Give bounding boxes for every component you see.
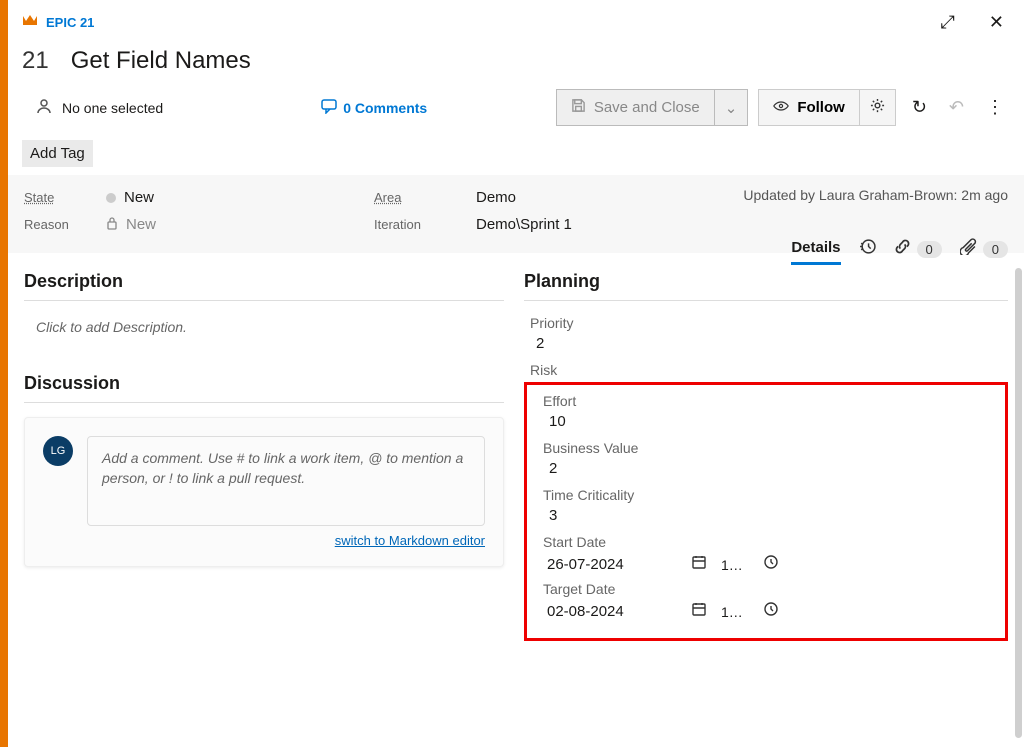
close-icon[interactable]: ✕ [983, 6, 1010, 39]
comment-input[interactable]: Add a comment. Use # to link a work item… [87, 436, 485, 526]
calendar-icon[interactable] [691, 554, 707, 575]
clock-icon[interactable] [763, 554, 779, 575]
chevron-down-icon: ⌄ [725, 99, 738, 117]
divider [24, 402, 504, 403]
start-date-value[interactable]: 26-07-2024 [547, 556, 677, 573]
follow-icon [773, 99, 789, 116]
gear-icon [870, 98, 885, 117]
target-date-label: Target Date [543, 581, 995, 597]
discussion-heading: Discussion [24, 373, 504, 394]
calendar-icon[interactable] [691, 601, 707, 622]
business-value-label: Business Value [543, 440, 995, 456]
state-dot-icon [106, 193, 116, 203]
lock-icon [106, 216, 118, 233]
assignee-label: No one selected [62, 100, 163, 116]
priority-label: Priority [530, 315, 1008, 331]
iteration-label: Iteration [374, 217, 454, 232]
expand-icon[interactable]: ⤢ [935, 6, 961, 39]
start-date-label: Start Date [543, 534, 995, 550]
area-value[interactable]: Demo [476, 189, 516, 206]
scrollbar[interactable] [1015, 268, 1022, 738]
more-actions-icon[interactable]: ⋮ [980, 91, 1010, 124]
clock-icon[interactable] [763, 601, 779, 622]
switch-markdown-link[interactable]: switch to Markdown editor [335, 533, 485, 548]
state-label: State [24, 190, 84, 205]
follow-button[interactable]: Follow [758, 89, 860, 126]
epic-crown-icon [22, 13, 38, 32]
discussion-card: LG Add a comment. Use # to link a work i… [24, 417, 504, 567]
refresh-icon[interactable]: ↻ [906, 91, 933, 124]
time-criticality-value[interactable]: 3 [549, 507, 995, 524]
target-time-value[interactable]: 1… [721, 604, 749, 620]
work-item-id: 21 [22, 47, 49, 75]
comments-link[interactable]: 0 Comments [321, 98, 427, 117]
add-tag-button[interactable]: Add Tag [22, 140, 93, 167]
avatar: LG [43, 436, 73, 466]
priority-value[interactable]: 2 [536, 335, 1008, 352]
business-value-value[interactable]: 2 [549, 460, 995, 477]
comment-icon [321, 98, 337, 117]
divider [24, 300, 504, 301]
save-dropdown: ⌄ [715, 89, 749, 126]
work-item-title[interactable]: Get Field Names [71, 47, 251, 75]
updated-text: Updated by Laura Graham-Brown: 2m ago [743, 187, 1008, 203]
type-color-bar [0, 0, 8, 747]
reason-value: New [126, 216, 156, 233]
target-date-value[interactable]: 02-08-2024 [547, 603, 677, 620]
risk-label: Risk [530, 362, 1008, 378]
time-criticality-label: Time Criticality [543, 487, 995, 503]
effort-label: Effort [543, 393, 995, 409]
description-heading: Description [24, 271, 504, 292]
work-item-type-link[interactable]: EPIC 21 [46, 15, 94, 30]
effort-value[interactable]: 10 [549, 413, 995, 430]
follow-settings-button[interactable] [860, 89, 896, 126]
iteration-value[interactable]: Demo\Sprint 1 [476, 216, 572, 233]
area-label: Area [374, 190, 454, 205]
undo-icon: ↶ [943, 91, 970, 124]
assignee-picker[interactable]: No one selected [36, 98, 163, 118]
person-icon [36, 98, 52, 118]
description-field[interactable]: Click to add Description. [24, 315, 504, 339]
divider [524, 300, 1008, 301]
start-time-value[interactable]: 1… [721, 557, 749, 573]
reason-label: Reason [24, 217, 84, 232]
planning-heading: Planning [524, 271, 1008, 292]
highlighted-box: Effort 10 Business Value 2 Time Critical… [524, 382, 1008, 641]
state-value[interactable]: New [124, 189, 154, 206]
save-and-close-button: Save and Close [556, 89, 715, 126]
save-icon [571, 98, 586, 117]
